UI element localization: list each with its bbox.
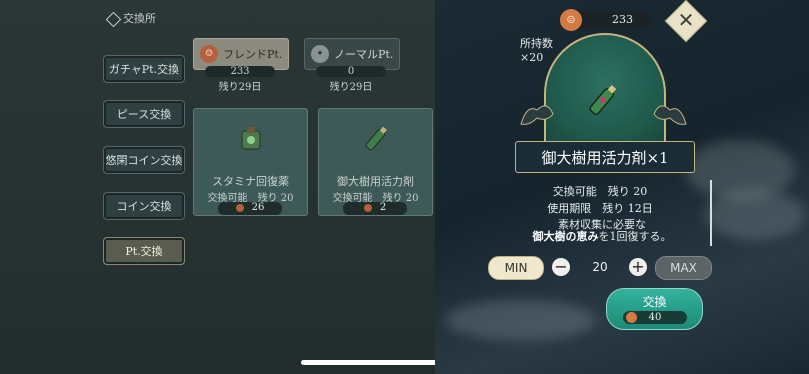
decrease-button[interactable]: −: [552, 258, 570, 276]
pine-decoration-icon: [520, 105, 554, 125]
cloud-decoration: [445, 300, 595, 340]
friend-pt-count: 233 残り29日: [205, 66, 275, 93]
stamina-potion-icon: [241, 127, 261, 150]
card-name: スタミナ回復薬: [212, 175, 289, 188]
coin-icon: [626, 312, 637, 323]
sidebar-item-label: コイン交換: [116, 200, 172, 213]
desc-emphasis: 御大樹の恵み: [532, 230, 599, 243]
tab-label: ノーマルPt.: [334, 48, 394, 61]
item-card-stamina[interactable]: スタミナ回復薬 交換可能 残り 20 26: [193, 108, 308, 216]
sidebar-item-piece[interactable]: ピース交換: [103, 100, 185, 128]
desc-line: を1回復する。: [598, 230, 672, 243]
item-description: 素材収集に必要な 御大樹の恵みを1回復する。: [517, 219, 687, 245]
diamond-icon: [105, 11, 122, 27]
normal-pt-coin-icon: ✦: [311, 45, 329, 63]
pt-count-value: 0: [316, 66, 386, 77]
increase-button[interactable]: +: [629, 258, 647, 276]
sidebar-item-pt[interactable]: Pt.交換: [103, 237, 185, 265]
pine-decoration-icon: [653, 105, 687, 125]
exchange-cost: 40: [623, 311, 687, 324]
coin-icon: [235, 203, 244, 212]
minus-icon: −: [554, 257, 568, 276]
shop-title: 交換所: [105, 10, 156, 27]
sidebar-item-gacha-pt[interactable]: ガチャPt.交換: [103, 55, 185, 83]
exchange-button[interactable]: 交換 40: [606, 288, 703, 330]
vitality-bottle-icon: [589, 85, 617, 115]
sidebar-item-leisure-coin[interactable]: 悠閑コイン交換: [103, 146, 185, 174]
plus-icon: +: [631, 257, 645, 276]
card-price-value: 2: [379, 202, 387, 213]
sidebar-item-label: ガチャPt.交換: [108, 63, 180, 76]
min-button[interactable]: MIN: [488, 256, 544, 280]
tab-label: フレンドPt.: [223, 48, 283, 61]
coin-icon: [363, 203, 372, 212]
cloud-decoration: [705, 190, 805, 240]
item-card-vitality[interactable]: 御大樹用活力剤 交換可能 残り 20 2: [318, 108, 433, 216]
points-value: 233: [612, 13, 633, 26]
exchange-label: 交換: [642, 295, 667, 309]
min-label: MIN: [504, 261, 528, 275]
item-name-banner: 御大樹用活力剤×1: [515, 141, 695, 173]
vitality-bottle-icon: [365, 126, 387, 151]
friend-pt-coin-icon: ☺: [200, 45, 218, 63]
close-icon: ✕: [677, 8, 695, 32]
pt-count-value: 233: [205, 66, 275, 77]
owned-count: 所持数 ×20: [520, 37, 553, 65]
sidebar-item-label: 悠閑コイン交換: [105, 154, 183, 167]
expiry-info: 使用期限 残り 12日: [547, 202, 653, 215]
friend-pt-coin-icon: ☺: [560, 9, 582, 31]
sidebar-item-coin[interactable]: コイン交換: [103, 192, 185, 220]
points-display: ☺ 233: [560, 9, 652, 31]
card-price: 2: [343, 202, 407, 215]
item-name: 御大樹用活力剤×1: [541, 148, 669, 167]
sidebar-item-label: ピース交換: [116, 108, 172, 121]
max-label: MAX: [670, 261, 697, 275]
exchange-available: 交換可能 残り 20: [552, 185, 648, 198]
card-price: 26: [218, 202, 282, 215]
exchange-cost-value: 40: [648, 312, 662, 323]
pt-remaining: 残り29日: [329, 82, 373, 93]
card-name: 御大樹用活力剤: [337, 175, 414, 188]
max-button[interactable]: MAX: [655, 256, 712, 280]
normal-pt-count: 0 残り29日: [316, 66, 386, 93]
description-scrollbar[interactable]: [710, 180, 712, 246]
pt-remaining: 残り29日: [218, 82, 262, 93]
card-price-value: 26: [251, 202, 265, 213]
sidebar-item-label: Pt.交換: [125, 245, 163, 258]
shop-title-label: 交換所: [123, 12, 156, 25]
owned-label: 所持数: [520, 37, 553, 50]
quantity-value: 20: [592, 260, 608, 274]
owned-value: ×20: [520, 51, 544, 64]
